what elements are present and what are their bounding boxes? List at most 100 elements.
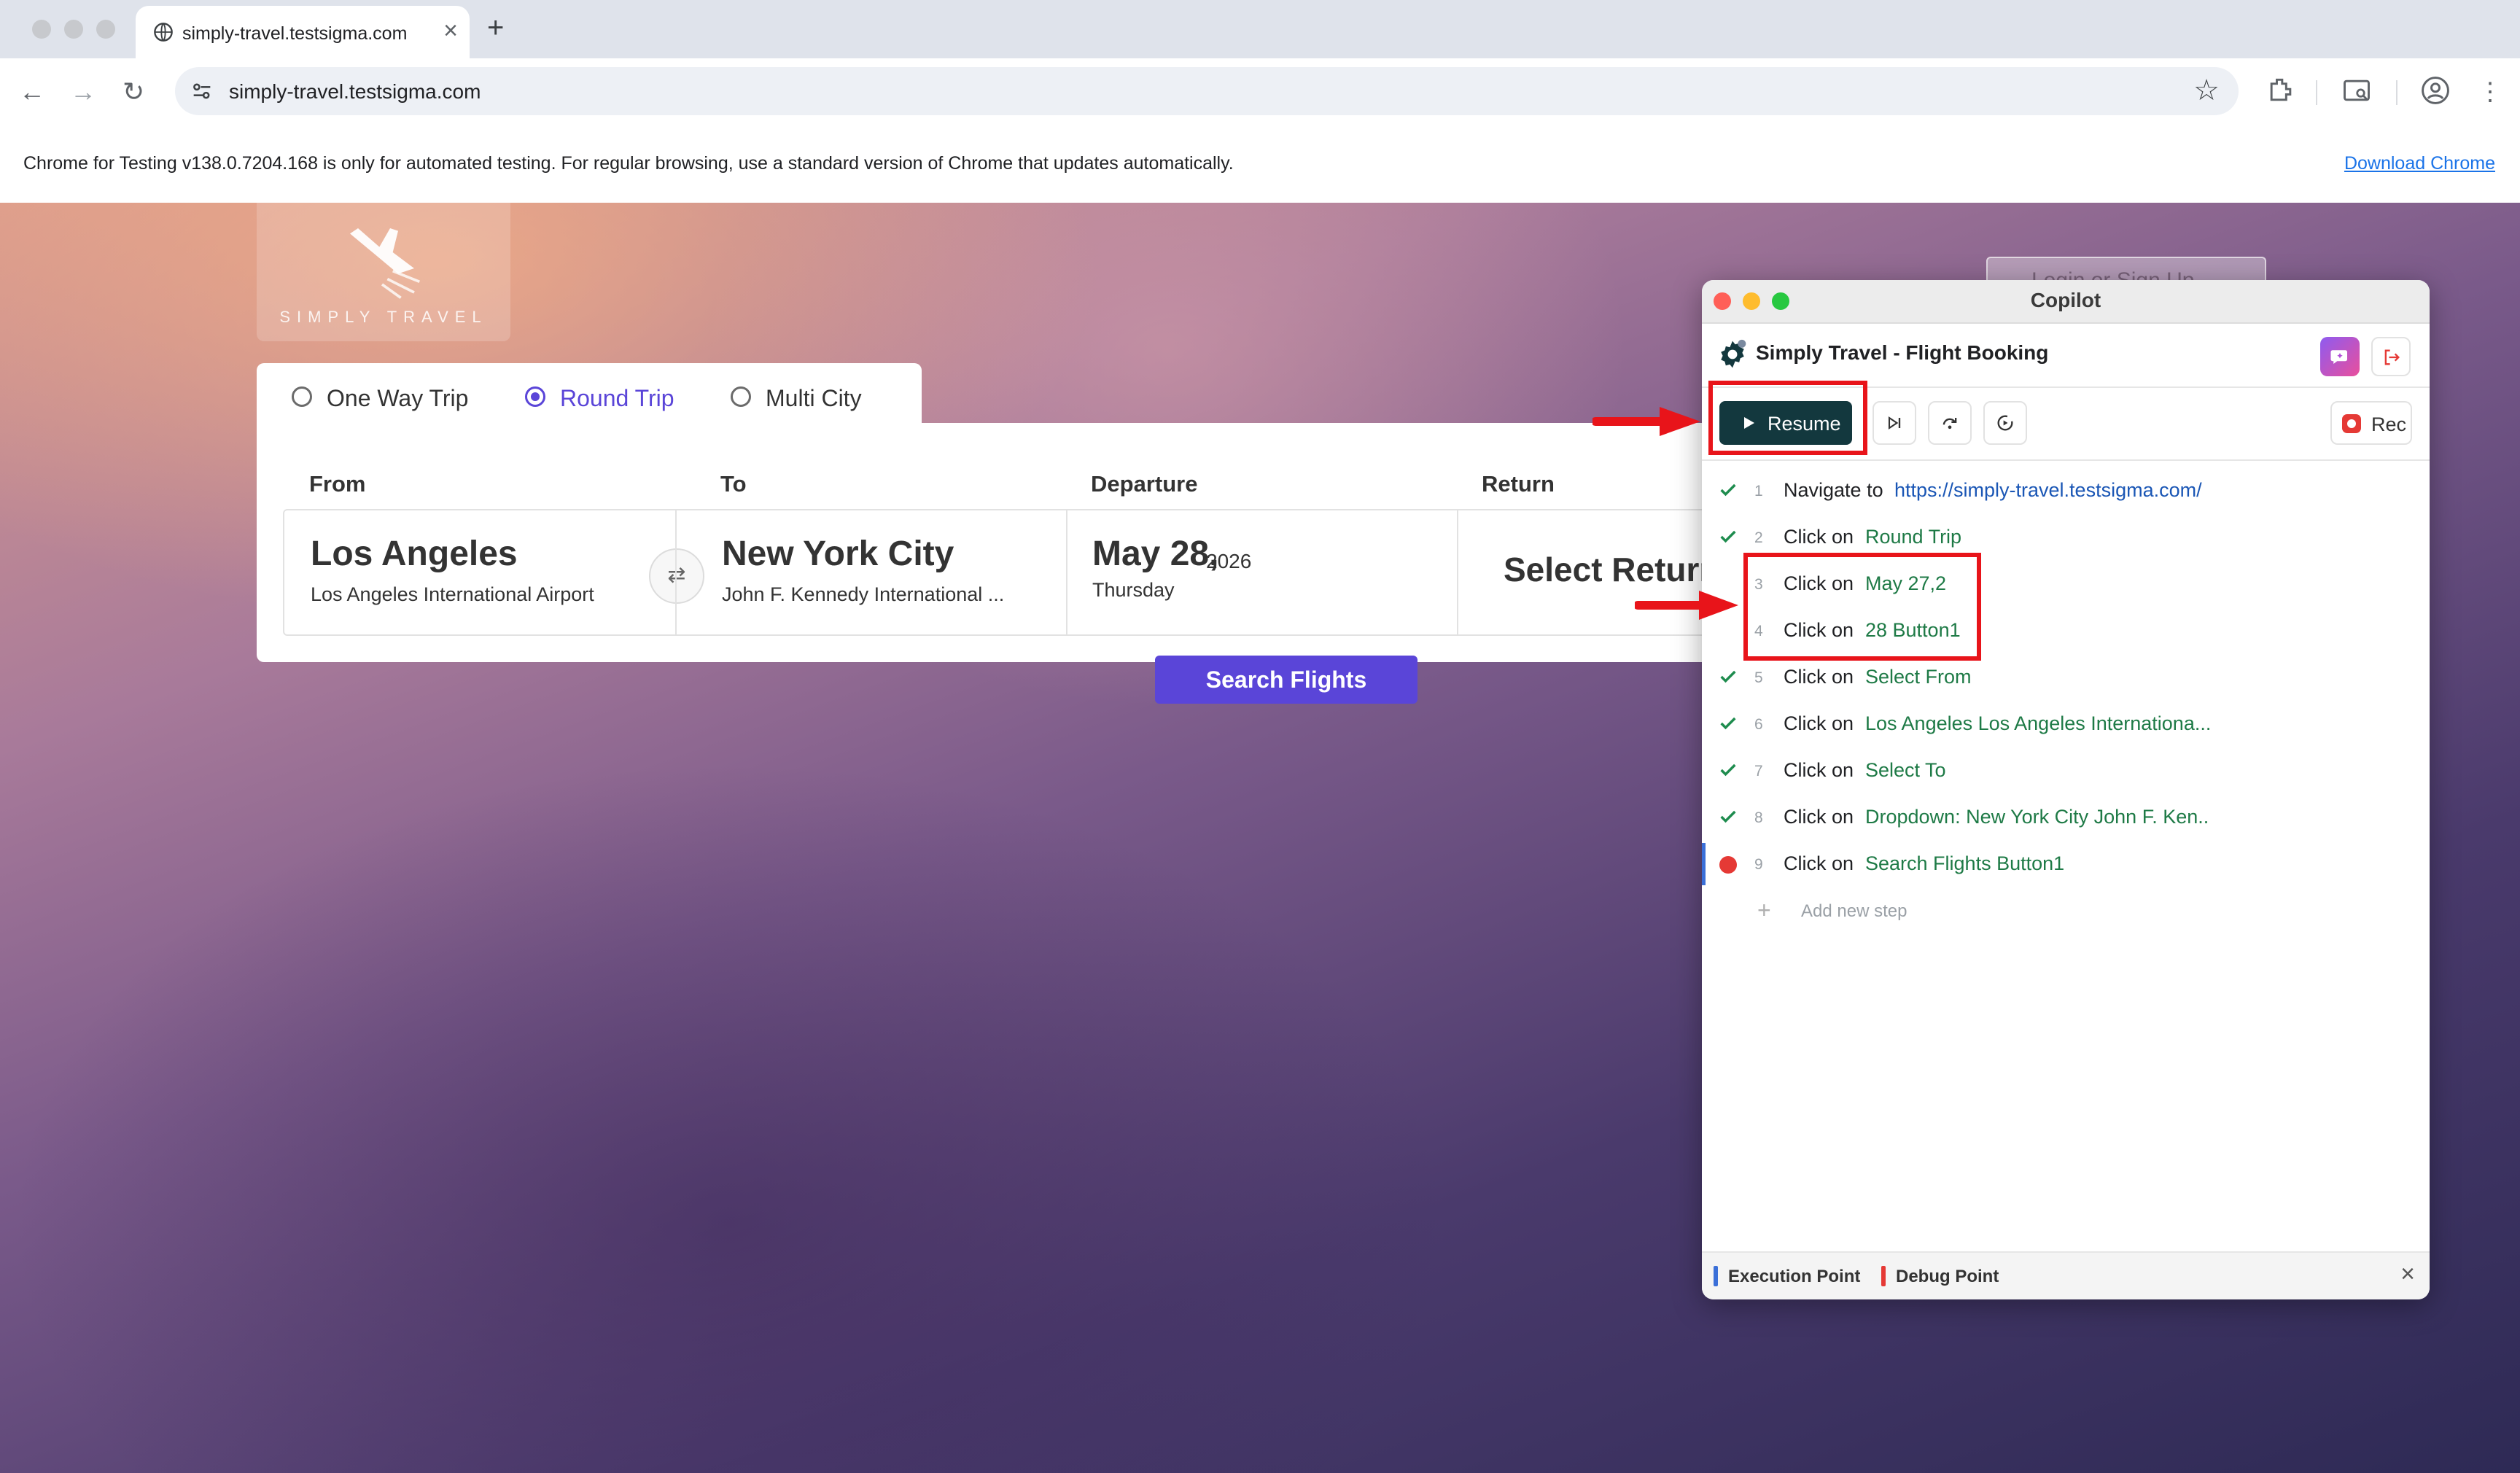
from-header: From: [309, 471, 366, 497]
step-action: Click on: [1784, 526, 1854, 548]
record-button[interactable]: Rec: [2330, 401, 2412, 445]
restart-button[interactable]: [1983, 401, 2027, 445]
highlight-steps-box: [1743, 553, 1981, 661]
execution-point-marker: [1702, 843, 1706, 885]
window-minimize-dot[interactable]: [64, 20, 83, 39]
airplane-icon: [350, 228, 421, 299]
forward-arrow-icon[interactable]: →: [70, 74, 96, 109]
from-city: Los Angeles: [311, 535, 518, 573]
automation-infobar: Chrome for Testing v138.0.7204.168 is on…: [0, 125, 2520, 204]
toolbar-divider: [2396, 80, 2398, 105]
skip-next-icon: [1888, 416, 1901, 430]
step-action: Click on: [1784, 759, 1854, 781]
step-action: Navigate to: [1784, 479, 1883, 501]
flight-search-form: From To Departure Return Los Angeles Los…: [257, 423, 1817, 662]
return-placeholder: Select Return: [1504, 551, 1720, 588]
step-number: 6: [1754, 716, 1763, 733]
add-step-label: Add new step: [1801, 901, 1908, 921]
step-target[interactable]: Round Trip: [1865, 526, 1961, 548]
check-icon: [1720, 483, 1736, 497]
radio-circle: [525, 386, 545, 407]
project-title: Simply Travel - Flight Booking: [1756, 341, 2049, 364]
tab-title: simply-travel.testsigma.com: [182, 23, 408, 44]
radio-circle: [292, 386, 312, 407]
radio-label: One Way Trip: [327, 385, 469, 411]
list-item[interactable]: 1 Navigate to https://simply-travel.test…: [1702, 468, 2430, 515]
download-chrome-link[interactable]: Download Chrome: [2344, 153, 2495, 174]
trip-type-selector: One Way Trip Round Trip Multi City: [257, 363, 922, 429]
step-number: 2: [1754, 529, 1763, 546]
copilot-footer: Execution Point Debug Point ×: [1702, 1251, 2430, 1299]
to-airport: John F. Kennedy International ...: [722, 583, 1005, 605]
copilot-titlebar: Copilot: [1702, 280, 2430, 324]
legend-label: Debug Point: [1896, 1267, 1999, 1286]
search-flights-button[interactable]: Search Flights: [1155, 656, 1418, 704]
close-icon[interactable]: ×: [2400, 1260, 2415, 1289]
execution-point-swatch: [1714, 1266, 1718, 1286]
step-target[interactable]: Los Angeles Los Angeles Internationa...: [1865, 712, 2211, 735]
step-number: 1: [1754, 483, 1763, 500]
from-field[interactable]: Los Angeles Los Angeles International Ai…: [284, 510, 674, 634]
step-target[interactable]: Search Flights Button1: [1865, 852, 2064, 875]
close-tab-icon[interactable]: ×: [443, 16, 458, 45]
departure-weekday: Thursday: [1092, 579, 1175, 601]
redo-arc-icon: [1942, 418, 1957, 430]
record-label: Rec: [2371, 413, 2407, 435]
chat-sparkle-icon: [2330, 350, 2347, 364]
check-icon: [1720, 530, 1736, 543]
check-icon: [1720, 763, 1736, 777]
extensions-icon[interactable]: [2265, 74, 2297, 106]
browser-toolbar: ← → ↻ simply-travel.testsigma.com ☆ ⋮: [0, 58, 2520, 125]
step-target[interactable]: Dropdown: New York City John F. Ken..: [1865, 806, 2209, 828]
new-tab-button[interactable]: +: [487, 10, 504, 45]
logout-icon: [2384, 349, 2400, 365]
more-menu-icon[interactable]: ⋮: [2478, 74, 2502, 109]
list-item[interactable]: 6 Click on Los Angeles Los Angeles Inter…: [1702, 701, 2430, 748]
reload-icon[interactable]: ↻: [122, 74, 144, 109]
window-close-dot[interactable]: [32, 20, 51, 39]
check-icon: [1720, 717, 1736, 730]
globe-icon: [154, 23, 173, 42]
list-item[interactable]: 9 Click on Search Flights Button1: [1702, 842, 2430, 888]
toolbar-divider: [2316, 80, 2317, 105]
browser-tab[interactable]: simply-travel.testsigma.com ×: [136, 6, 470, 58]
departure-date: May 28,: [1092, 535, 1219, 573]
step-number: 8: [1754, 809, 1763, 826]
ai-assistant-button[interactable]: [2320, 337, 2360, 376]
departure-field[interactable]: May 28, 2026 Thursday: [1068, 510, 1457, 634]
step-number: 9: [1754, 856, 1763, 873]
bookmark-star-icon[interactable]: ☆: [2193, 74, 2220, 107]
record-icon: [2342, 414, 2361, 433]
window-zoom-dot[interactable]: [96, 20, 115, 39]
infobar-message: Chrome for Testing v138.0.7204.168 is on…: [23, 153, 1234, 174]
departure-header: Departure: [1091, 471, 1198, 497]
site-settings-icon[interactable]: [190, 79, 214, 104]
tab-search-icon[interactable]: [2341, 74, 2373, 106]
profile-icon[interactable]: [2419, 74, 2451, 106]
to-field[interactable]: New York City John F. Kennedy Internatio…: [677, 510, 1066, 634]
list-item[interactable]: 8 Click on Dropdown: New York City John …: [1702, 795, 2430, 842]
step-into-button[interactable]: [1928, 401, 1972, 445]
exit-copilot-button[interactable]: [2371, 337, 2411, 376]
step-target[interactable]: Select To: [1865, 759, 1946, 782]
debug-point-swatch: [1881, 1266, 1886, 1286]
back-arrow-icon[interactable]: ←: [19, 74, 45, 109]
plus-icon: +: [1757, 897, 1771, 923]
step-over-button[interactable]: [1872, 401, 1916, 445]
radio-label: Multi City: [766, 385, 862, 411]
list-item[interactable]: 7 Click on Select To: [1702, 748, 2430, 795]
highlight-resume-box: [1708, 381, 1867, 455]
step-target[interactable]: https://simply-travel.testsigma.com/: [1894, 479, 2202, 502]
step-number: 5: [1754, 669, 1763, 686]
step-number: 7: [1754, 763, 1763, 780]
address-bar[interactable]: simply-travel.testsigma.com ☆: [175, 67, 2239, 115]
add-step-button[interactable]: + Add new step: [1702, 890, 2430, 933]
red-arrow-icon: [1592, 407, 1700, 436]
legend-label: Execution Point: [1728, 1267, 1861, 1286]
to-city: New York City: [722, 535, 954, 573]
step-target[interactable]: Select From: [1865, 666, 1972, 688]
debug-point-icon[interactable]: [1719, 856, 1737, 874]
list-item[interactable]: 5 Click on Select From: [1702, 655, 2430, 701]
step-action: Click on: [1784, 806, 1854, 828]
site-logo[interactable]: SIMPLY TRAVEL: [257, 203, 510, 341]
